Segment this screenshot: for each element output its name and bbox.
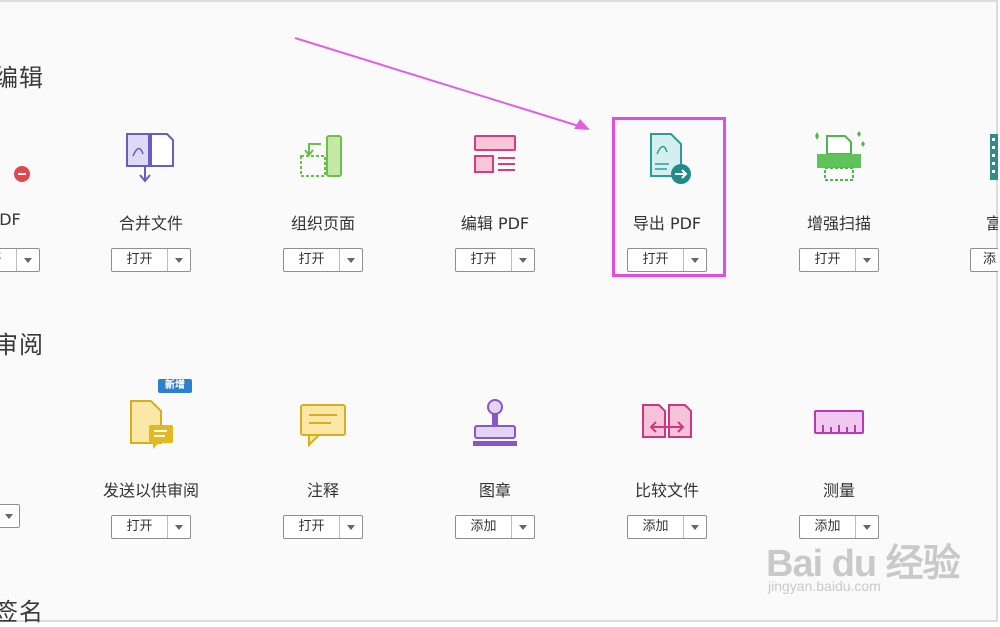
new-badge: 新增 <box>158 379 192 393</box>
open-split-button[interactable]: 打开 <box>455 248 535 272</box>
open-button[interactable]: 打开 <box>112 516 168 538</box>
dropdown-arrow-icon[interactable] <box>512 249 534 271</box>
open-split-button[interactable]: 打开 <box>0 248 40 272</box>
open-button[interactable]: 打开 <box>456 249 512 271</box>
add-button[interactable]: 添 <box>970 248 998 272</box>
dropdown-arrow-icon[interactable] <box>340 249 362 271</box>
open-split-button[interactable]: 打开 <box>799 248 879 272</box>
measure-icon <box>814 410 864 434</box>
dropdown-arrow-icon[interactable] <box>17 249 39 271</box>
tool-label: 富 <box>986 214 998 233</box>
dropdown-arrow-icon[interactable] <box>5 514 13 519</box>
baidu-watermark: Bai du 经验 jingyan.baidu.com <box>766 532 961 602</box>
dropdown-arrow-icon[interactable] <box>340 516 362 538</box>
tool-label: 编辑 PDF <box>460 214 530 233</box>
combine-files-icon <box>126 133 174 183</box>
open-split-button[interactable]: 打开 <box>111 515 191 539</box>
open-button[interactable]: 打开 <box>0 249 17 271</box>
open-button[interactable]: 打开 <box>284 249 340 271</box>
tool-label: 测量 <box>822 481 855 500</box>
comment-icon <box>300 404 346 448</box>
dropdown-arrow-icon[interactable] <box>168 516 190 538</box>
tool-label: 组织页面 <box>290 214 355 233</box>
highlight-box <box>612 117 726 277</box>
tool-rich-media[interactable]: 富 添 <box>970 130 998 275</box>
stamp-icon <box>473 399 517 446</box>
add-split-button[interactable]: 添加 <box>455 515 535 539</box>
enhance-scan-icon <box>815 131 865 181</box>
organize-pages-icon <box>300 135 342 177</box>
tool-label: 图章 <box>478 481 511 500</box>
open-split-button[interactable]: 打开 <box>283 515 363 539</box>
tool-label: 增强扫描 <box>806 214 871 233</box>
dropdown-arrow-icon[interactable] <box>684 516 706 538</box>
dropdown-arrow-icon[interactable] <box>168 249 190 271</box>
tool-label: DF <box>0 210 21 229</box>
compare-files-icon <box>642 404 692 438</box>
add-button[interactable]: 添加 <box>628 516 684 538</box>
tool-partial-left[interactable] <box>0 504 20 528</box>
create-pdf-icon <box>14 166 30 182</box>
open-split-button[interactable]: 打开 <box>283 248 363 272</box>
tool-label: 合并文件 <box>118 214 183 233</box>
tool-label: 比较文件 <box>634 481 699 500</box>
dropdown-arrow-icon[interactable] <box>512 516 534 538</box>
send-for-review-icon <box>130 400 173 449</box>
dropdown-arrow-icon[interactable] <box>856 249 878 271</box>
tool-label: 发送以供审阅 <box>102 481 199 500</box>
tool-label: 注释 <box>306 481 339 500</box>
watermark-url: jingyan.baidu.com <box>768 578 881 594</box>
open-button[interactable]: 打开 <box>284 516 340 538</box>
rich-media-icon <box>990 134 998 180</box>
open-button[interactable]: 打开 <box>112 249 168 271</box>
add-split-button[interactable]: 添加 <box>627 515 707 539</box>
open-button[interactable]: 打开 <box>800 249 856 271</box>
edit-pdf-icon <box>474 135 516 173</box>
open-split-button[interactable]: 打开 <box>111 248 191 272</box>
add-button[interactable]: 添加 <box>456 516 512 538</box>
